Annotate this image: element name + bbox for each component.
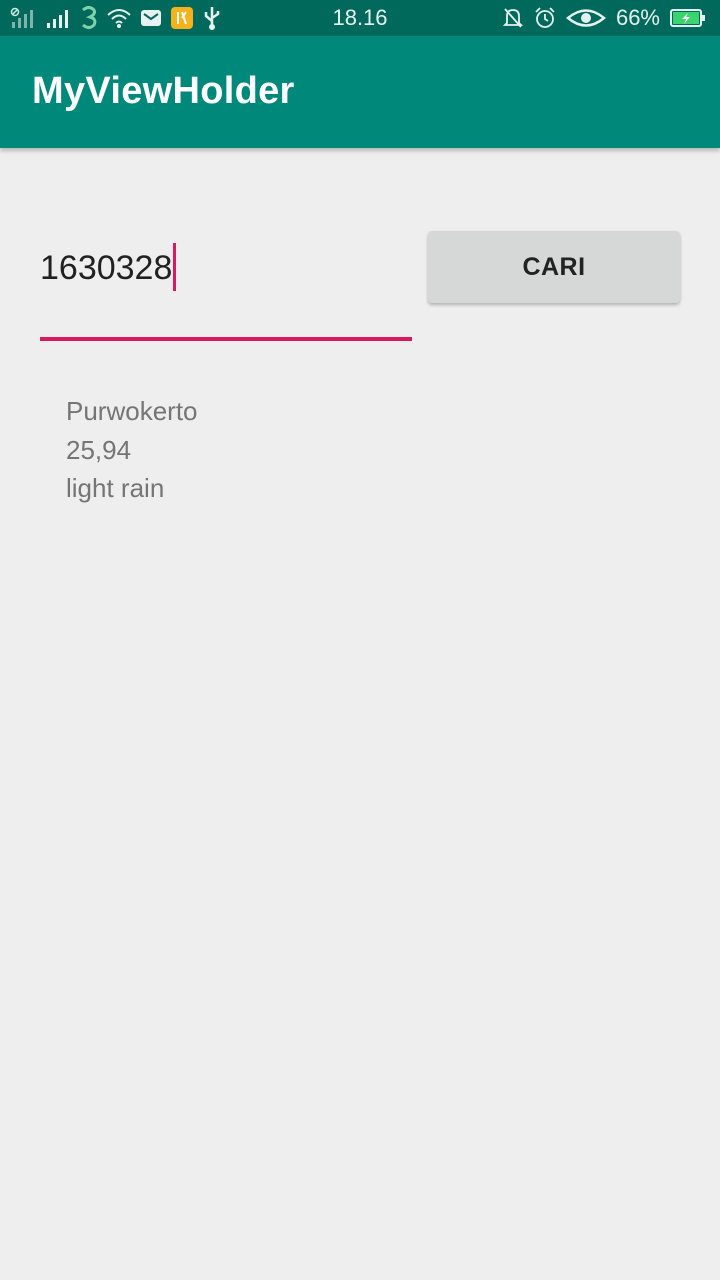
app-title: MyViewHolder	[32, 70, 295, 112]
result-temperature: 25,94	[66, 434, 132, 465]
battery-percent: 66%	[615, 5, 660, 30]
weather-result: Purwokerto 25,94 light rain	[66, 392, 198, 508]
city-id-value: 1630328	[40, 248, 173, 287]
alarm-icon	[534, 7, 556, 29]
city-id-input-field[interactable]: 1630328	[40, 243, 177, 294]
status-bar: 18.16 66%	[0, 0, 720, 36]
bell-off-icon	[502, 6, 524, 30]
city-id-input[interactable]: 1630328	[40, 232, 412, 342]
text-cursor	[173, 243, 177, 291]
eye-icon	[565, 7, 606, 29]
app-bar: MyViewHolder	[0, 36, 720, 148]
status-right-icons: 66%	[502, 0, 706, 36]
search-button[interactable]: CARI	[428, 231, 680, 303]
result-description: light rain	[66, 473, 165, 503]
result-city: Purwokerto	[66, 396, 198, 426]
battery-charging-icon	[670, 8, 706, 28]
input-underline	[40, 337, 412, 341]
